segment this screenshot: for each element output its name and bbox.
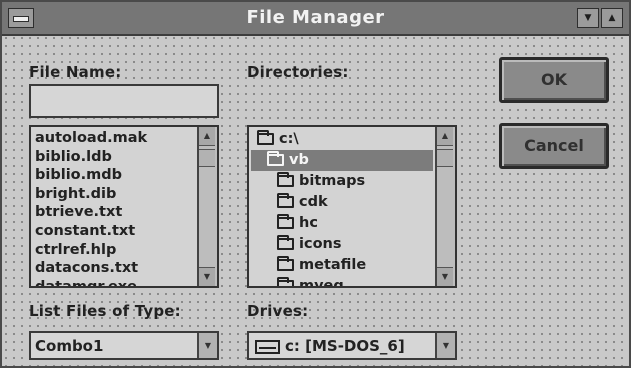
file-list-scrollbar[interactable]: ▲ ▼ [197, 127, 217, 286]
window-title: File Manager [246, 7, 385, 28]
directory-item[interactable]: hc [251, 213, 433, 234]
directory-item-label: vb [289, 152, 309, 168]
directory-item[interactable]: bitmaps [251, 171, 433, 192]
directory-item-label: icons [299, 236, 342, 252]
folder-icon [277, 193, 294, 208]
folder-icon [277, 256, 294, 271]
file-list-item[interactable]: biblio.mdb [33, 166, 197, 185]
folder-icon [277, 172, 294, 187]
drives-value: c: [MS-DOS_6] [285, 337, 405, 355]
directory-item[interactable]: vb [251, 150, 433, 171]
scroll-thumb[interactable] [199, 149, 215, 167]
scroll-down-arrow-icon[interactable]: ▼ [437, 267, 453, 286]
file-list-item[interactable]: constant.txt [33, 222, 197, 241]
dropdown-arrow-icon[interactable]: ▼ [197, 333, 217, 358]
cancel-button[interactable]: Cancel [499, 123, 609, 169]
directory-item[interactable]: metafile [251, 255, 433, 276]
folder-icon [277, 235, 294, 250]
maximize-icon[interactable]: ▲ [601, 8, 623, 28]
directory-item-label: c:\ [279, 131, 299, 147]
directories-label: Directories: [247, 63, 349, 81]
directory-list-scrollbar[interactable]: ▲ ▼ [435, 127, 455, 286]
file-name-input[interactable] [29, 84, 219, 118]
scroll-up-arrow-icon[interactable]: ▲ [199, 127, 215, 146]
file-list-item[interactable]: datamgr.exe [33, 278, 197, 286]
file-list-item[interactable]: autoload.mak [33, 129, 197, 148]
file-list-item[interactable]: biblio.ldb [33, 148, 197, 167]
scroll-down-arrow-icon[interactable]: ▼ [199, 267, 215, 286]
minimize-icon[interactable]: ▼ [577, 8, 599, 28]
directory-item[interactable]: cdk [251, 192, 433, 213]
file-list-item[interactable]: datacons.txt [33, 259, 197, 278]
file-type-label: List Files of Type: [29, 302, 181, 320]
scroll-thumb[interactable] [437, 149, 453, 167]
directory-item-label: myeg [299, 278, 344, 288]
directory-item-label: bitmaps [299, 173, 366, 189]
folder-open-icon [257, 130, 274, 145]
directory-list-items: c:\ vb bitmaps cdk hc icons metafile myeg [251, 129, 455, 286]
dropdown-arrow-icon[interactable]: ▼ [435, 333, 455, 358]
drives-combo[interactable]: c: [MS-DOS_6] ▼ [247, 331, 457, 360]
file-name-label: File Name: [29, 63, 122, 81]
file-list-item[interactable]: btrieve.txt [33, 203, 197, 222]
directory-item[interactable]: c:\ [251, 129, 433, 150]
file-list-items: autoload.mak biblio.ldb biblio.mdb bright.d… [33, 129, 197, 286]
file-type-value: Combo1 [35, 337, 104, 355]
directory-item[interactable]: myeg [251, 276, 433, 288]
ok-button[interactable]: OK [499, 57, 609, 103]
directory-list[interactable]: c:\ vb bitmaps cdk hc icons metafile myeg ▲ ▼ [247, 125, 457, 288]
directory-item-label: hc [299, 215, 318, 231]
file-list-item[interactable]: ctrlref.hlp [33, 241, 197, 260]
title-bar[interactable]: File Manager ▼ ▲ [2, 2, 629, 36]
folder-icon [277, 214, 294, 229]
folder-icon [277, 277, 294, 286]
file-list[interactable]: autoload.mak biblio.ldb biblio.mdb bright.d… [29, 125, 219, 288]
file-list-item[interactable]: bright.dib [33, 185, 197, 204]
drives-label: Drives: [247, 302, 309, 320]
file-manager-window: File Manager ▼ ▲ File Name: autoload.mak… [0, 0, 631, 368]
scroll-up-arrow-icon[interactable]: ▲ [437, 127, 453, 146]
file-type-combo[interactable]: Combo1 ▼ [29, 331, 219, 360]
hard-drive-icon [255, 340, 280, 354]
directory-item[interactable]: icons [251, 234, 433, 255]
folder-open-icon [267, 151, 284, 166]
directory-item-label: metafile [299, 257, 367, 273]
directory-item-label: cdk [299, 194, 328, 210]
